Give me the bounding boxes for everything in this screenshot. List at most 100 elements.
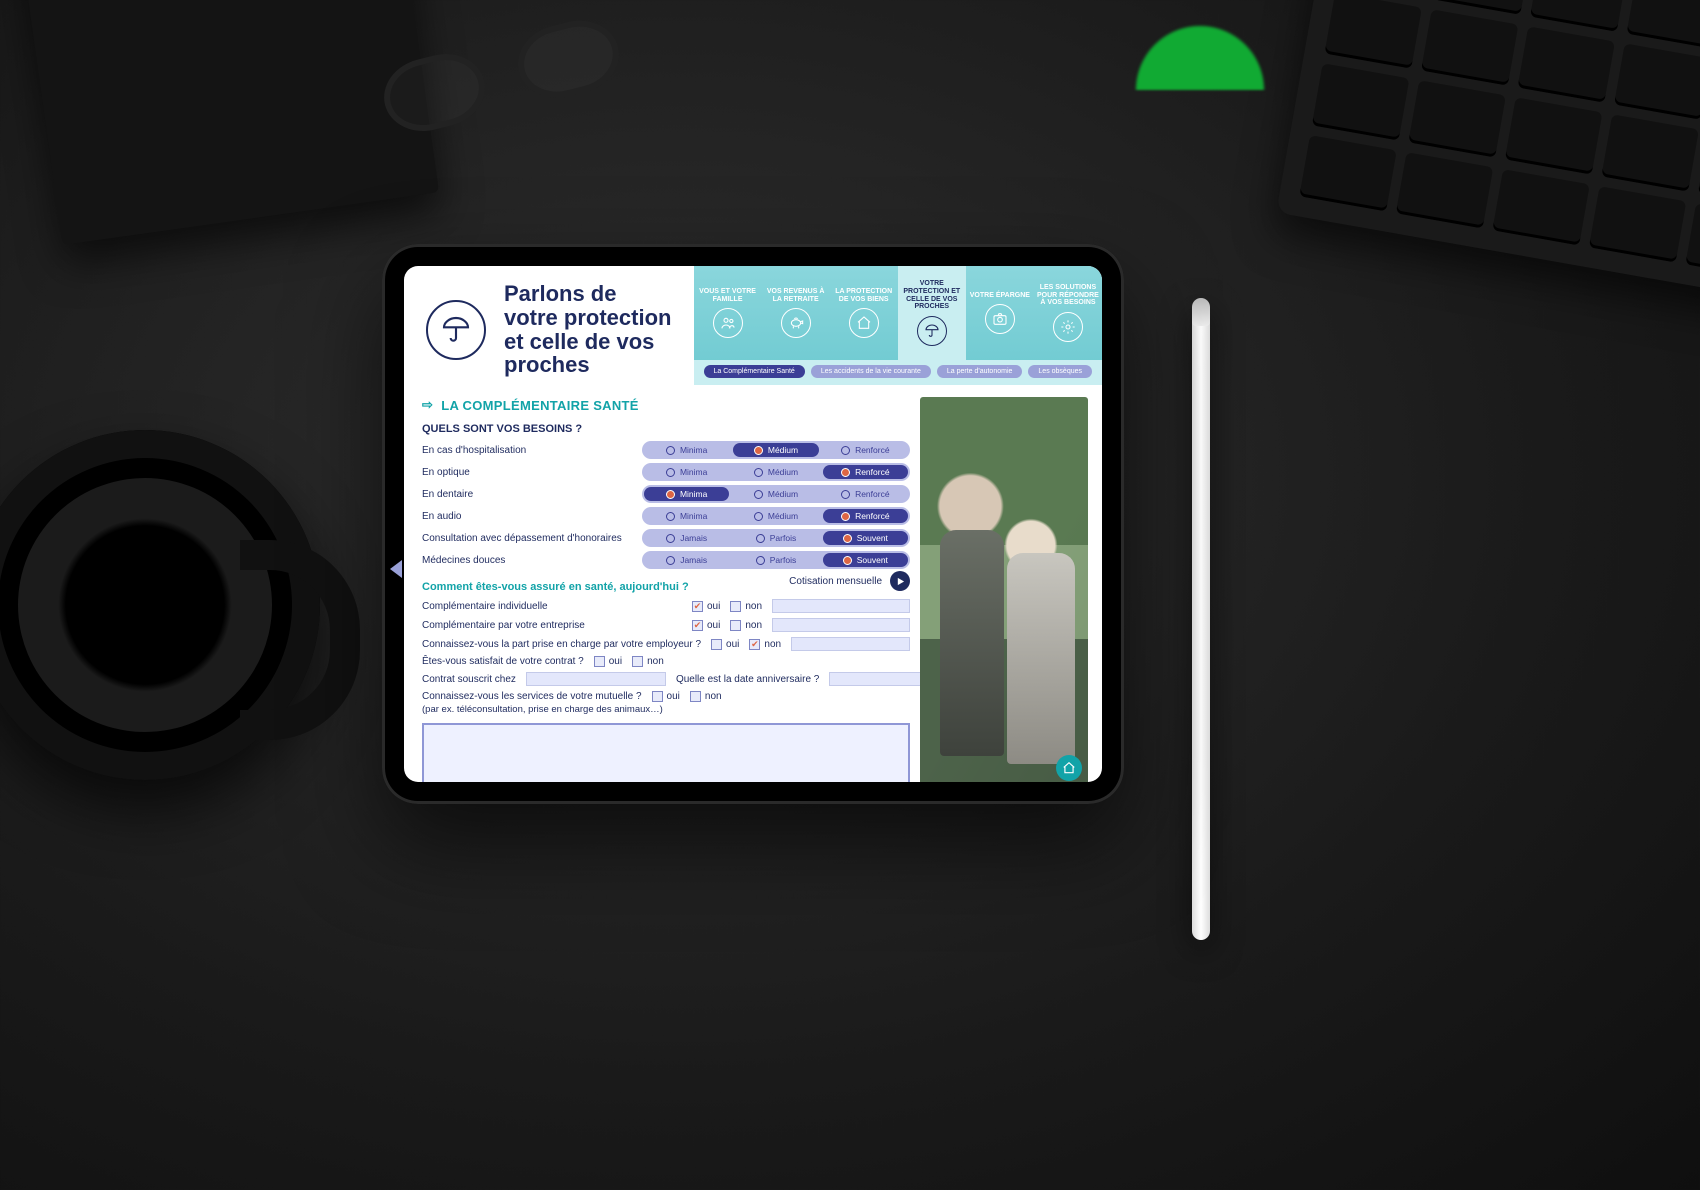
radio-dot-icon: [754, 490, 763, 499]
subnav-pill-0[interactable]: La Complémentaire Santé: [704, 365, 805, 378]
option-jamais[interactable]: Jamais: [644, 531, 729, 545]
label-individual: Complémentaire individuelle: [422, 601, 682, 612]
option-group: Minima Médium Renforcé: [642, 441, 910, 459]
checkbox-individual-non[interactable]: [730, 601, 741, 612]
nav-item-4[interactable]: VOTRE ÉPARGNE: [966, 266, 1034, 360]
option-minima[interactable]: Minima: [644, 509, 729, 523]
aside-column: [920, 397, 1088, 782]
radio-dot-icon: [841, 512, 850, 521]
nav-label: VOTRE ÉPARGNE: [970, 292, 1030, 300]
coffee-mug-prop: [0, 430, 320, 780]
radio-dot-icon: [754, 468, 763, 477]
option-group: Minima Médium Renforcé: [642, 507, 910, 525]
option-minima[interactable]: Minima: [644, 443, 729, 457]
row-services: Connaissez-vous les services de votre mu…: [422, 691, 910, 702]
umbrella-icon: [917, 316, 947, 346]
need-row-0: En cas d'hospitalisationMinimaMédiumRenf…: [422, 441, 910, 459]
checkbox-individual-oui[interactable]: [692, 601, 703, 612]
row-individual: Complémentaire individuelle oui non: [422, 599, 910, 613]
option-renforcé[interactable]: Renforcé: [823, 509, 908, 523]
option-médium[interactable]: Médium: [733, 509, 818, 523]
row-employer-share: Connaissez-vous la part prise en charge …: [422, 637, 910, 651]
checkbox-satisfied-oui[interactable]: [594, 656, 605, 667]
page-title: Parlons de votre protection et celle de …: [504, 282, 676, 377]
nav-item-1[interactable]: VOS REVENUS À LA RETRAITE: [762, 266, 830, 360]
nav-item-5[interactable]: LES SOLUTIONS POUR RÉPONDRE À VOS BESOIN…: [1034, 266, 1102, 360]
option-group: Jamais Parfois Souvent: [642, 529, 910, 547]
cotisation-row: Cotisation mensuelle: [789, 571, 910, 591]
keyboard-prop: [1276, 0, 1700, 303]
input-individual-amount[interactable]: [772, 599, 910, 613]
radio-dot-icon: [666, 556, 675, 565]
checkbox-services-oui[interactable]: [652, 691, 663, 702]
input-contract-at[interactable]: [526, 672, 666, 686]
label-services: Connaissez-vous les services de votre mu…: [422, 691, 642, 702]
input-company-amount[interactable]: [772, 618, 910, 632]
need-label: En audio: [422, 511, 642, 522]
subnav-pill-3[interactable]: Les obsèques: [1028, 365, 1092, 378]
subnav-pill-1[interactable]: Les accidents de la vie courante: [811, 365, 931, 378]
option-souvent[interactable]: Souvent: [823, 531, 908, 545]
play-button[interactable]: [890, 571, 910, 591]
section-title: ⇨ LA COMPLÉMENTAIRE SANTÉ: [422, 397, 910, 413]
option-médium[interactable]: Médium: [733, 487, 818, 501]
option-renforcé[interactable]: Renforcé: [823, 487, 908, 501]
radio-dot-icon: [754, 512, 763, 521]
radio-dot-icon: [756, 556, 765, 565]
title-block: Parlons de votre protection et celle de …: [404, 266, 694, 385]
nav-item-3[interactable]: VOTRE PROTECTION ET CELLE DE VOS PROCHES: [898, 266, 966, 360]
need-label: Consultation avec dépassement d'honorair…: [422, 533, 642, 544]
checkbox-company-non[interactable]: [730, 620, 741, 631]
need-row-1: En optiqueMinimaMédiumRenforcé: [422, 463, 910, 481]
radio-dot-icon: [666, 490, 675, 499]
nav-item-2[interactable]: LA PROTECTION DE VOS BIENS: [830, 266, 898, 360]
notes-textarea[interactable]: [422, 723, 910, 782]
option-minima[interactable]: Minima: [644, 487, 729, 501]
home-button[interactable]: [1056, 755, 1082, 781]
option-médium[interactable]: Médium: [733, 465, 818, 479]
arrow-right-icon: ⇨: [422, 397, 433, 413]
option-jamais[interactable]: Jamais: [644, 553, 729, 567]
option-minima[interactable]: Minima: [644, 465, 729, 479]
option-renforcé[interactable]: Renforcé: [823, 465, 908, 479]
nav-label: VOUS ET VOTRE FAMILLE: [697, 288, 759, 303]
need-row-2: En dentaireMinimaMédiumRenforcé: [422, 485, 910, 503]
option-group: Jamais Parfois Souvent: [642, 551, 910, 569]
subnav-pill-2[interactable]: La perte d'autonomie: [937, 365, 1023, 378]
radio-dot-icon: [754, 446, 763, 455]
nav-item-0[interactable]: VOUS ET VOTRE FAMILLE: [694, 266, 762, 360]
home-icon: [849, 308, 879, 338]
row-contract: Contrat souscrit chez Quelle est la date…: [422, 672, 910, 686]
option-parfois[interactable]: Parfois: [733, 531, 818, 545]
label-satisfied: Êtes-vous satisfait de votre contrat ?: [422, 656, 584, 667]
radio-dot-icon: [666, 512, 675, 521]
checkbox-services-non[interactable]: [690, 691, 701, 702]
option-group: Minima Médium Renforcé: [642, 485, 910, 503]
checkbox-empshare-oui[interactable]: [711, 639, 722, 650]
checkbox-empshare-non[interactable]: [749, 639, 760, 650]
option-souvent[interactable]: Souvent: [823, 553, 908, 567]
need-row-5: Médecines doucesJamaisParfoisSouvent: [422, 551, 910, 569]
back-arrow-icon[interactable]: [390, 560, 402, 578]
users-icon: [713, 308, 743, 338]
header: Parlons de votre protection et celle de …: [404, 266, 1102, 385]
radio-dot-icon: [666, 446, 675, 455]
option-parfois[interactable]: Parfois: [733, 553, 818, 567]
tablet-frame: Parlons de votre protection et celle de …: [382, 244, 1124, 804]
option-renforcé[interactable]: Renforcé: [823, 443, 908, 457]
checkbox-satisfied-non[interactable]: [632, 656, 643, 667]
label-contract-at: Contrat souscrit chez: [422, 674, 516, 685]
row-company: Complémentaire par votre entreprise oui …: [422, 618, 910, 632]
radio-dot-icon: [843, 556, 852, 565]
row-satisfied: Êtes-vous satisfait de votre contrat ? o…: [422, 656, 910, 667]
radio-dot-icon: [841, 468, 850, 477]
nav-label: LES SOLUTIONS POUR RÉPONDRE À VOS BESOIN…: [1037, 284, 1099, 307]
body: ⇨ LA COMPLÉMENTAIRE SANTÉ QUELS SONT VOS…: [404, 385, 1102, 782]
input-empshare-amount[interactable]: [791, 637, 910, 651]
option-médium[interactable]: Médium: [733, 443, 818, 457]
sub-nav: La Complémentaire Santé Les accidents de …: [694, 360, 1103, 385]
cotisation-label: Cotisation mensuelle: [789, 576, 882, 587]
camera-icon: [985, 304, 1015, 334]
services-hint: (par ex. téléconsultation, prise en char…: [422, 704, 910, 715]
checkbox-company-oui[interactable]: [692, 620, 703, 631]
